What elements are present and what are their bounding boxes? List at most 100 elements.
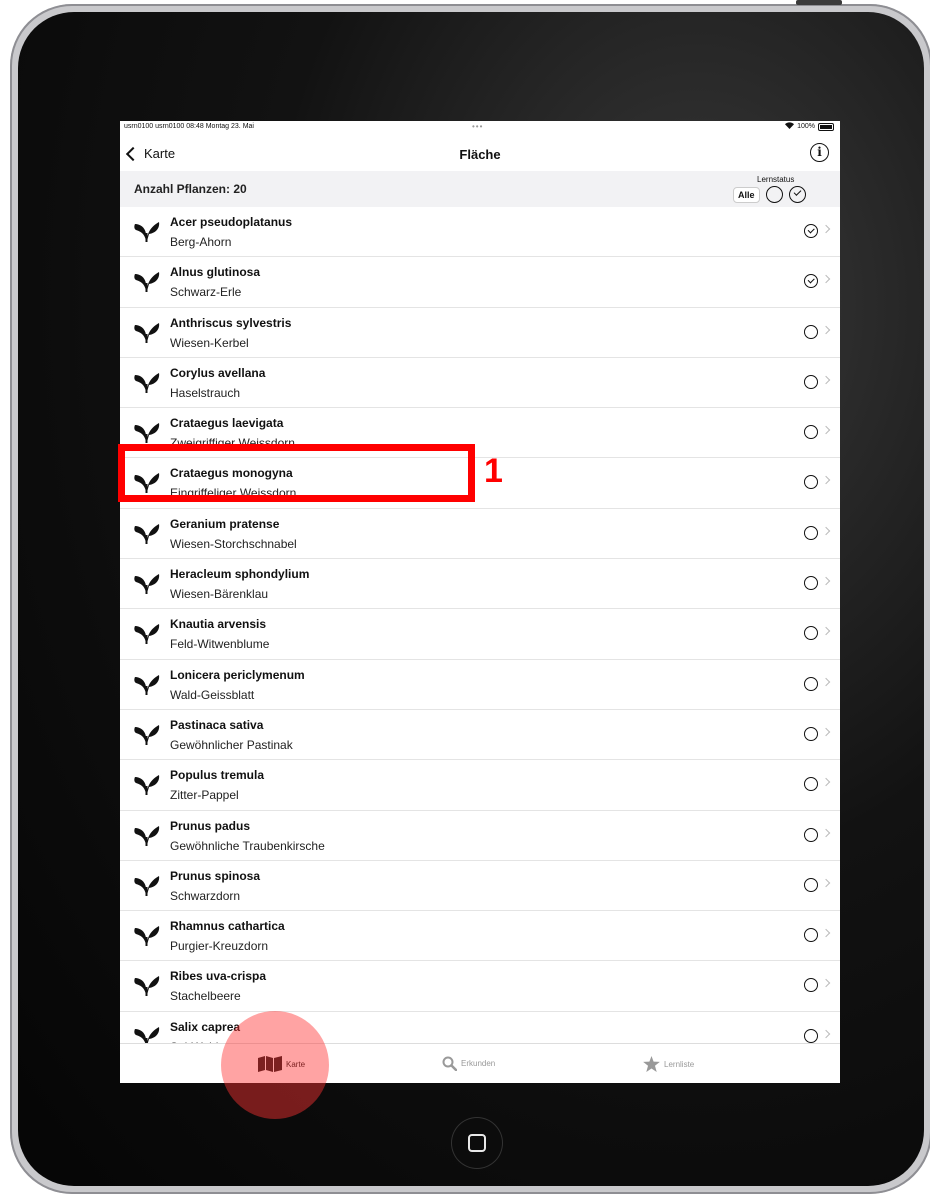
chevron-right-icon — [821, 778, 831, 787]
open-circle-icon[interactable] — [804, 324, 818, 339]
plant-row[interactable]: Prunus spinosa Schwarzdorn — [120, 861, 840, 912]
lernstatus-label: Lernstatus — [757, 175, 795, 184]
chevron-right-icon — [821, 526, 831, 536]
plant-row[interactable]: Geranium pratense Wiesen-Storchschnabel — [120, 509, 840, 560]
open-circle-icon[interactable] — [804, 877, 818, 892]
plant-scientific-name: Pastinaca sativa — [170, 717, 264, 732]
plant-row[interactable]: Anthriscus sylvestris Wiesen-Kerbel — [120, 308, 840, 358]
chevron-right-icon — [821, 325, 831, 334]
leaf-icon — [134, 825, 160, 846]
leaf-icon — [134, 272, 160, 293]
open-circle-icon[interactable] — [804, 425, 818, 440]
chevron-right-icon — [821, 224, 831, 234]
home-button[interactable] — [451, 1117, 503, 1169]
page-title: Fläche — [459, 147, 501, 162]
chevron-right-icon — [821, 828, 831, 837]
battery-icon — [818, 122, 834, 131]
open-circle-icon[interactable] — [804, 374, 818, 389]
plant-row[interactable]: Prunus padus Gewöhnliche Traubenkirsche — [120, 811, 840, 861]
leaf-icon — [134, 775, 160, 796]
wifi-icon — [785, 122, 795, 131]
search-icon — [442, 1056, 457, 1071]
plant-row[interactable]: Lonicera periclymenum Wald-Geissblatt — [120, 660, 840, 710]
plant-row[interactable]: Heracleum sphondylium Wiesen-Bärenklau — [120, 559, 840, 610]
plant-common-name: Wiesen-Bärenklau — [170, 587, 269, 602]
tap-indicator — [221, 1011, 329, 1119]
battery-percent: 100% — [797, 123, 815, 130]
plant-common-name: Gewöhnlicher Pastinak — [170, 737, 293, 752]
leaf-icon — [134, 976, 160, 997]
plant-scientific-name: Crataegus laevigata — [170, 416, 284, 431]
plant-common-name: Feld-Witwenblume — [170, 637, 270, 652]
learned-check-icon[interactable] — [804, 274, 818, 289]
leaf-icon — [134, 222, 160, 242]
plant-count: Anzahl Pflanzen: 20 — [134, 182, 247, 196]
plant-list: Acer pseudoplatanus Berg-Ahorn Alnus gluti… — [120, 207, 840, 1063]
open-circle-icon[interactable] — [804, 576, 818, 591]
plant-common-name: Schwarzdorn — [170, 888, 241, 903]
plant-scientific-name: Prunus padus — [170, 818, 251, 833]
leaf-icon — [134, 624, 160, 645]
plant-row[interactable]: Pastinaca sativa Gewöhnlicher Pastinak — [120, 710, 840, 761]
plant-scientific-name: Populus tremula — [170, 768, 265, 783]
filter-all-button[interactable]: Alle — [733, 186, 760, 203]
plant-scientific-name: Knautia arvensis — [170, 617, 267, 632]
leaf-icon — [134, 574, 160, 595]
plant-scientific-name: Geranium pratense — [170, 516, 280, 531]
open-circle-icon[interactable] — [804, 978, 818, 993]
open-circle-icon[interactable] — [804, 626, 818, 641]
leaf-icon — [134, 322, 160, 343]
leaf-icon — [134, 523, 160, 544]
filter-open-button[interactable] — [765, 186, 783, 203]
chevron-right-icon — [821, 576, 831, 586]
open-circle-icon[interactable] — [804, 777, 818, 792]
plant-row[interactable]: Populus tremula Zitter-Pappel — [120, 760, 840, 811]
chevron-right-icon — [821, 1029, 831, 1038]
status-bar-right: 100% — [785, 122, 834, 131]
open-circle-icon[interactable] — [804, 1028, 818, 1043]
chevron-right-icon — [821, 878, 831, 888]
plant-common-name: Wiesen-Storchschnabel — [170, 536, 297, 551]
plant-row[interactable]: Rhamnus cathartica Purgier-Kreuzdorn — [120, 911, 840, 962]
plant-scientific-name: Ribes uva-crispa — [170, 969, 267, 984]
leaf-icon — [134, 423, 160, 444]
open-circle-icon[interactable] — [804, 475, 818, 490]
status-bar-device-info: usrn0100 usrn0100 08:48 Montag 23. Mai — [124, 123, 254, 130]
plant-common-name: Zitter-Pappel — [170, 788, 239, 803]
plant-row[interactable]: Knautia arvensis Feld-Witwenblume — [120, 609, 840, 660]
chevron-right-icon — [821, 928, 831, 938]
open-circle-icon[interactable] — [804, 676, 818, 691]
plant-scientific-name: Prunus spinosa — [170, 868, 261, 883]
chevron-right-icon — [821, 275, 831, 284]
star-icon — [643, 1056, 660, 1072]
plant-common-name: Wiesen-Kerbel — [170, 335, 249, 350]
leaf-icon — [134, 724, 160, 745]
plant-scientific-name: Anthriscus sylvestris — [170, 315, 292, 330]
tab-erkunden-label: Erkunden — [461, 1059, 496, 1068]
open-circle-icon[interactable] — [804, 827, 818, 842]
info-icon[interactable]: i — [810, 143, 829, 162]
plant-scientific-name: Lonicera periclymenum — [170, 667, 305, 682]
plant-row[interactable]: Alnus glutinosa Schwarz-Erle — [120, 257, 840, 308]
plant-common-name: Schwarz-Erle — [170, 285, 242, 300]
leaf-icon — [134, 926, 160, 947]
plant-common-name: Wald-Geissblatt — [170, 687, 255, 702]
open-circle-icon[interactable] — [804, 525, 818, 540]
plant-row[interactable]: Corylus avellana Haselstrauch — [120, 358, 840, 409]
chevron-right-icon — [821, 375, 831, 385]
open-circle-icon[interactable] — [804, 928, 818, 943]
plant-scientific-name: Corylus avellana — [170, 365, 266, 380]
filter-learned-button[interactable] — [788, 186, 806, 203]
status-bar: usrn0100 usrn0100 08:48 Montag 23. Mai •… — [120, 121, 840, 133]
plant-row[interactable]: Ribes uva-crispa Stachelbeere — [120, 961, 840, 1012]
plant-common-name: Gewöhnliche Traubenkirsche — [170, 838, 325, 853]
leaf-icon — [134, 372, 160, 393]
tab-erkunden[interactable]: Erkunden — [442, 1056, 495, 1071]
learned-check-icon[interactable] — [804, 224, 818, 238]
plant-row[interactable]: Acer pseudoplatanus Berg-Ahorn — [120, 207, 840, 258]
open-circle-icon[interactable] — [804, 726, 818, 741]
plant-scientific-name: Heracleum sphondylium — [170, 567, 310, 582]
tab-lernliste-label: Lernliste — [664, 1059, 695, 1069]
chevron-right-icon — [821, 627, 831, 636]
tab-lernliste[interactable]: Lernliste — [643, 1056, 694, 1072]
